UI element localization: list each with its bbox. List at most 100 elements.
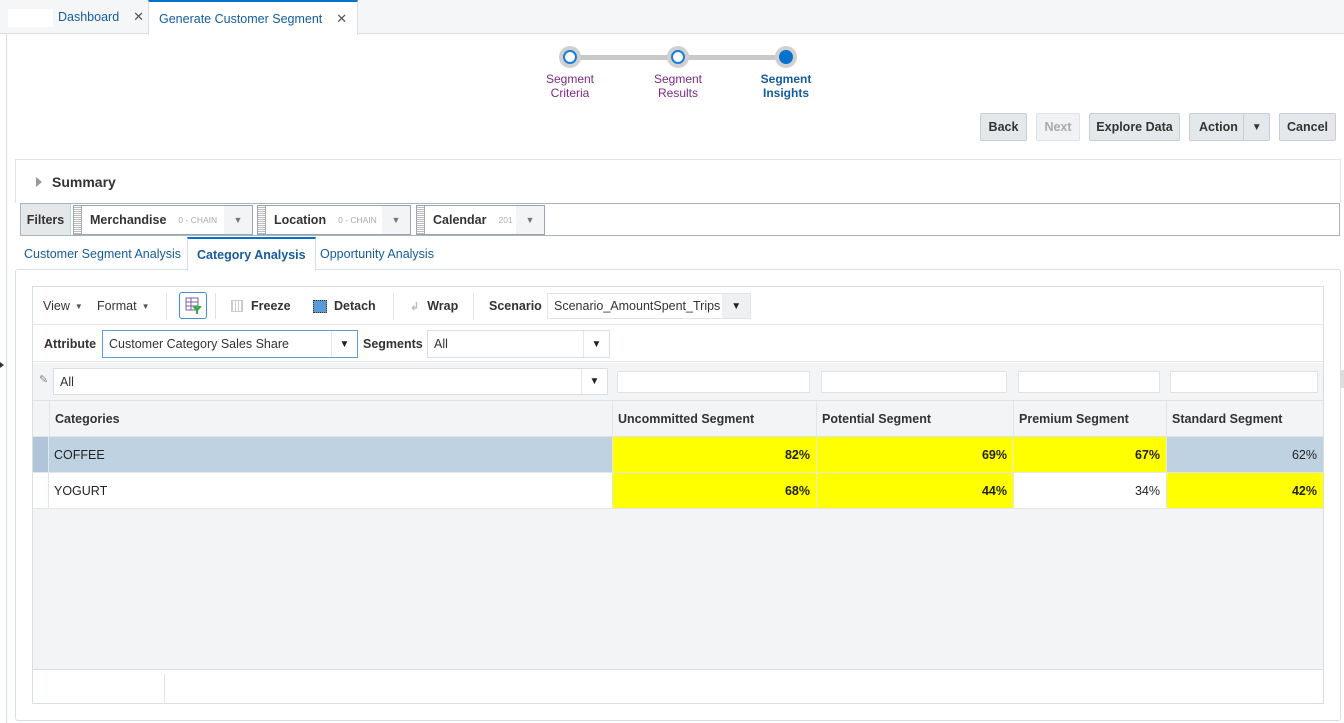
train-stop-insights[interactable]: Segment Insights xyxy=(756,46,816,100)
category-cell: YOGURT xyxy=(54,483,108,498)
categories-filter-select[interactable]: All ▼ xyxy=(53,368,608,395)
tab-customer-segment-analysis[interactable]: Customer Segment Analysis xyxy=(15,237,190,270)
train-stop-line1: Segment xyxy=(653,72,703,86)
train-stop-icon xyxy=(775,46,797,68)
close-icon[interactable]: ✕ xyxy=(336,11,347,27)
scenario-label: Scenario xyxy=(489,299,542,313)
filter-merchandise[interactable]: Merchandise 0 - CHAIN ▼ xyxy=(73,205,253,235)
premium-filter-input[interactable] xyxy=(1018,371,1160,393)
column-header-standard[interactable]: Standard Segment xyxy=(1166,401,1323,437)
categories-filter-value: All xyxy=(60,374,74,389)
train-stop-line2: Criteria xyxy=(550,86,590,100)
attribute-bar: Attribute Customer Category Sales Share … xyxy=(33,325,1323,362)
value-cell: 68% xyxy=(612,473,816,508)
chevron-down-icon[interactable]: ▼ xyxy=(581,369,607,394)
column-header-categories[interactable]: Categories xyxy=(49,401,612,437)
wrap-label: Wrap xyxy=(427,299,459,313)
value-cell: 82% xyxy=(612,437,816,472)
column-header-potential[interactable]: Potential Segment xyxy=(816,401,1013,437)
value-cell: 67% xyxy=(1013,437,1166,472)
analysis-tabs: Customer Segment Analysis Category Analy… xyxy=(15,237,1341,271)
filter-location[interactable]: Location 0 - CHAIN ▼ xyxy=(257,205,411,235)
row-selector[interactable] xyxy=(33,473,49,508)
value-cell: 62% xyxy=(1166,437,1323,472)
train-stop-criteria[interactable]: Segment Criteria xyxy=(540,46,600,100)
back-button[interactable]: Back xyxy=(980,113,1027,141)
query-by-example-button[interactable] xyxy=(179,292,207,319)
table-filter-row: ✎ All ▼ xyxy=(33,363,1323,401)
chevron-down-icon[interactable]: ▼ xyxy=(1243,114,1269,140)
view-label: View xyxy=(43,299,70,313)
detach-label: Detach xyxy=(334,299,376,313)
expand-triangle-icon[interactable] xyxy=(36,176,42,187)
action-menu-button[interactable]: Action ▼ xyxy=(1189,113,1270,141)
tab-generate-customer-segment[interactable]: Generate Customer Segment ✕ xyxy=(148,0,359,35)
scenario-select[interactable]: Scenario_AmountSpent_Trips ▼ xyxy=(547,293,751,319)
value-cell: 44% xyxy=(816,473,1013,508)
filter-value: 201 xyxy=(498,215,513,225)
close-icon[interactable]: ✕ xyxy=(133,9,144,25)
drag-handle-icon[interactable] xyxy=(258,206,266,234)
row-selector[interactable] xyxy=(33,437,49,472)
table-row[interactable]: YOGURT 68% 44% 34% 42% xyxy=(33,473,1323,509)
table-row[interactable]: COFFEE 82% 69% 67% 62% xyxy=(33,437,1323,473)
chevron-down-icon[interactable]: ▼ xyxy=(331,331,357,357)
attribute-value: Customer Category Sales Share xyxy=(109,337,289,351)
value-cell: 42% xyxy=(1166,473,1323,508)
attribute-select[interactable]: Customer Category Sales Share ▼ xyxy=(102,330,358,358)
train-stop-line1: Segment xyxy=(545,72,595,86)
filter-calendar[interactable]: Calendar 201 ▼ xyxy=(416,205,545,235)
summary-section[interactable]: Summary xyxy=(15,159,1341,203)
drag-handle-icon[interactable] xyxy=(417,206,425,234)
format-menu[interactable]: Format ▼ xyxy=(97,287,150,325)
segments-select[interactable]: All ▼ xyxy=(427,330,610,358)
edit-pencil-icon: ✎ xyxy=(39,374,49,386)
category-analysis-table: View ▼ Format ▼ Freeze Detach ↲ Wrap Sce… xyxy=(32,286,1324,704)
chevron-down-icon[interactable]: ▼ xyxy=(224,206,252,234)
wrap-icon: ↲ xyxy=(410,300,420,313)
drag-handle-icon[interactable] xyxy=(74,206,82,234)
train-stop-line1: Segment xyxy=(760,72,812,86)
wrap-button[interactable]: ↲ Wrap xyxy=(410,287,458,325)
filter-name: Calendar xyxy=(433,213,487,227)
uncommitted-filter-input[interactable] xyxy=(617,371,810,393)
next-button[interactable]: Next xyxy=(1036,113,1080,141)
tab-opportunity-analysis[interactable]: Opportunity Analysis xyxy=(311,237,443,270)
table-toolbar: View ▼ Format ▼ Freeze Detach ↲ Wrap Sce… xyxy=(33,287,1323,325)
explore-data-button[interactable]: Explore Data xyxy=(1089,113,1180,141)
left-splitter-handle[interactable] xyxy=(0,358,4,372)
process-train: Segment Criteria Segment Results Segment In… xyxy=(540,46,830,106)
filter-name: Merchandise xyxy=(90,213,167,227)
tab-bar: Dashboard ✕ Generate Customer Segment ✕ xyxy=(0,0,1344,35)
segments-label: Segments xyxy=(363,336,423,351)
detach-icon xyxy=(313,299,327,313)
chevron-down-icon[interactable]: ▼ xyxy=(382,206,410,234)
table-footer xyxy=(33,669,1323,704)
freeze-button[interactable]: Freeze xyxy=(231,287,291,325)
right-splitter-handle[interactable] xyxy=(1340,370,1344,388)
tab-dashboard[interactable]: Dashboard ✕ xyxy=(58,0,144,34)
footer-divider xyxy=(164,674,165,704)
freeze-icon xyxy=(231,300,243,312)
chevron-down-icon[interactable]: ▼ xyxy=(516,206,544,234)
value-cell: 69% xyxy=(816,437,1013,472)
summary-title: Summary xyxy=(52,173,116,190)
standard-filter-input[interactable] xyxy=(1170,371,1318,393)
toolbar-separator xyxy=(393,293,394,319)
chevron-down-icon[interactable]: ▼ xyxy=(583,331,609,357)
cancel-button[interactable]: Cancel xyxy=(1279,113,1336,141)
column-header-premium[interactable]: Premium Segment xyxy=(1013,401,1166,437)
potential-filter-input[interactable] xyxy=(821,371,1007,393)
train-stop-results[interactable]: Segment Results xyxy=(648,46,708,100)
train-stop-line2: Results xyxy=(657,86,698,100)
filter-name: Location xyxy=(274,213,327,227)
value-cell: 34% xyxy=(1013,473,1166,508)
chevron-down-icon[interactable]: ▼ xyxy=(722,294,750,318)
detach-button[interactable]: Detach xyxy=(313,287,376,325)
view-menu[interactable]: View ▼ xyxy=(43,287,83,325)
category-cell: COFFEE xyxy=(54,447,105,462)
filters-bar: Filters Merchandise 0 - CHAIN ▼ Location… xyxy=(20,203,1340,236)
action-label: Action xyxy=(1199,120,1238,134)
column-header-uncommitted[interactable]: Uncommitted Segment xyxy=(612,401,816,437)
tab-category-analysis[interactable]: Category Analysis xyxy=(187,237,316,271)
